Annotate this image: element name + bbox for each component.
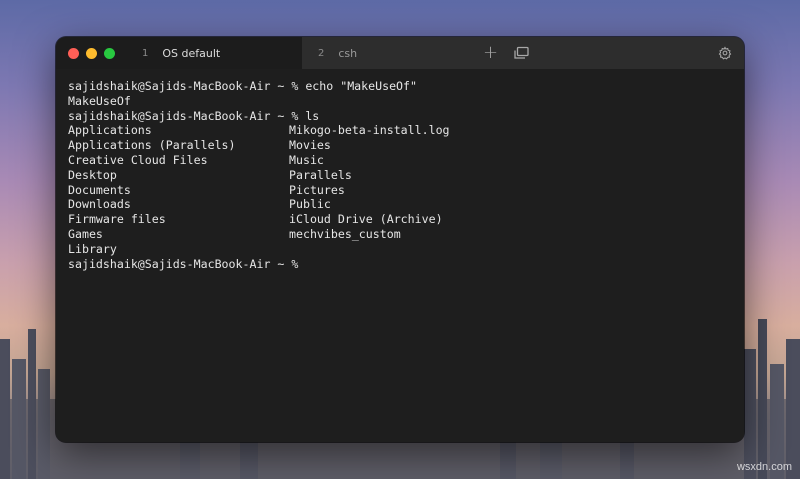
ls-output-row: Documents Pictures <box>68 183 732 198</box>
ls-output-row: Library <box>68 242 732 257</box>
title-bar: 1 OS default 2 csh + <box>56 37 744 69</box>
ls-output-row: Desktop Parallels <box>68 168 732 183</box>
ls-entry: Applications (Parallels) <box>68 138 236 153</box>
output-line: MakeUseOf <box>68 93 131 108</box>
ls-output-row: Games mechvibes_custom <box>68 227 732 242</box>
tab-csh[interactable]: 2 csh <box>302 37 476 69</box>
ls-entry: Mikogo-beta-install.log <box>289 123 450 138</box>
ls-entry: Public <box>289 197 331 212</box>
ls-entry: Music <box>289 152 324 167</box>
watermark: wsxdn.com <box>736 461 792 473</box>
gear-icon[interactable] <box>718 46 732 60</box>
tab-label: OS default <box>162 46 221 60</box>
window-controls <box>56 37 128 69</box>
ls-entry: mechvibes_custom <box>289 226 401 241</box>
terminal-window: 1 OS default 2 csh + sajidshaik@Sajids-M… <box>56 37 744 442</box>
ls-entry: Creative Cloud Files <box>68 152 208 167</box>
toolbar-icons: + <box>476 37 744 69</box>
minimize-button[interactable] <box>86 47 97 59</box>
tab-number: 1 <box>142 47 149 59</box>
command-line: sajidshaik@Sajids-MacBook-Air ~ % ls <box>68 108 320 123</box>
plus-icon[interactable]: + <box>483 44 498 62</box>
tab-label: csh <box>338 46 358 60</box>
ls-entry: Desktop <box>68 167 117 182</box>
command-line: sajidshaik@Sajids-MacBook-Air ~ % echo "… <box>68 79 418 93</box>
ls-output-row: Firmware files iCloud Drive (Archive) <box>68 212 732 227</box>
command-prompt: sajidshaik@Sajids-MacBook-Air ~ % <box>68 256 299 271</box>
ls-output-row: Creative Cloud Files Music <box>68 153 732 168</box>
ls-output-row: Applications Mikogo-beta-install.log <box>68 123 732 138</box>
maximize-button[interactable] <box>104 47 115 59</box>
ls-entry: Downloads <box>68 197 131 212</box>
window-stack-icon[interactable] <box>514 46 529 60</box>
ls-output-row: Downloads Public <box>68 197 732 212</box>
ls-entry: iCloud Drive (Archive) <box>289 212 443 227</box>
close-button[interactable] <box>68 47 79 59</box>
ls-entry: Pictures <box>289 182 345 197</box>
ls-entry: Library <box>68 241 117 256</box>
terminal-output[interactable]: sajidshaik@Sajids-MacBook-Air ~ % echo "… <box>56 69 744 281</box>
ls-entry: Games <box>68 226 103 241</box>
ls-entry: Firmware files <box>68 212 166 227</box>
ls-entry: Documents <box>68 182 131 197</box>
ls-entry: Applications <box>68 123 152 138</box>
ls-entry: Parallels <box>289 167 352 182</box>
ls-output-row: Applications (Parallels) Movies <box>68 138 732 153</box>
tab-number: 2 <box>318 47 325 59</box>
ls-entry: Movies <box>289 138 331 153</box>
tab-os-default[interactable]: 1 OS default <box>128 37 302 69</box>
